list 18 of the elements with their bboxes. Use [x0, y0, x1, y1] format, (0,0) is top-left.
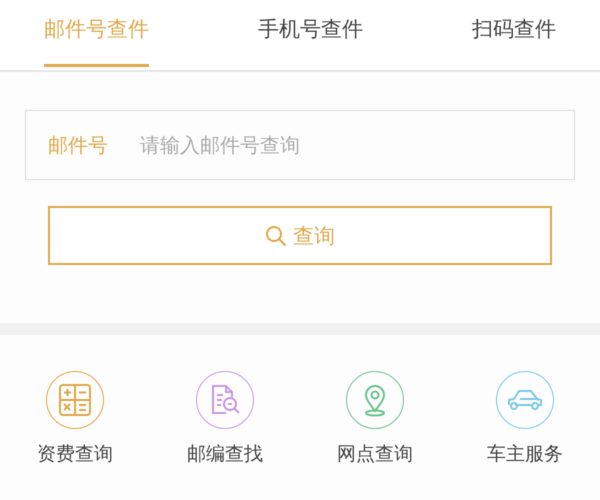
- service-label: 邮编查找: [187, 442, 263, 467]
- calculator-icon: [58, 383, 92, 417]
- service-button[interactable]: [196, 371, 254, 429]
- query-button[interactable]: 查询: [48, 206, 552, 265]
- field-label: 邮件号: [48, 132, 108, 158]
- service-button[interactable]: [496, 371, 554, 429]
- service-label: 车主服务: [487, 442, 563, 467]
- tab[interactable]: 扫码查件: [472, 0, 556, 67]
- service-label: 网点查询: [337, 442, 413, 467]
- car-icon: [506, 388, 544, 412]
- search-icon: [265, 224, 287, 246]
- service-button[interactable]: [46, 371, 104, 429]
- service-label: 资费查询: [37, 442, 113, 467]
- tab[interactable]: 手机号查件: [258, 0, 363, 67]
- tab[interactable]: 邮件号查件: [44, 0, 149, 67]
- service-button[interactable]: [346, 371, 404, 429]
- query-field[interactable]: 邮件号 请输入邮件号查询: [25, 110, 575, 180]
- input-field[interactable]: 请输入邮件号查询: [138, 132, 552, 158]
